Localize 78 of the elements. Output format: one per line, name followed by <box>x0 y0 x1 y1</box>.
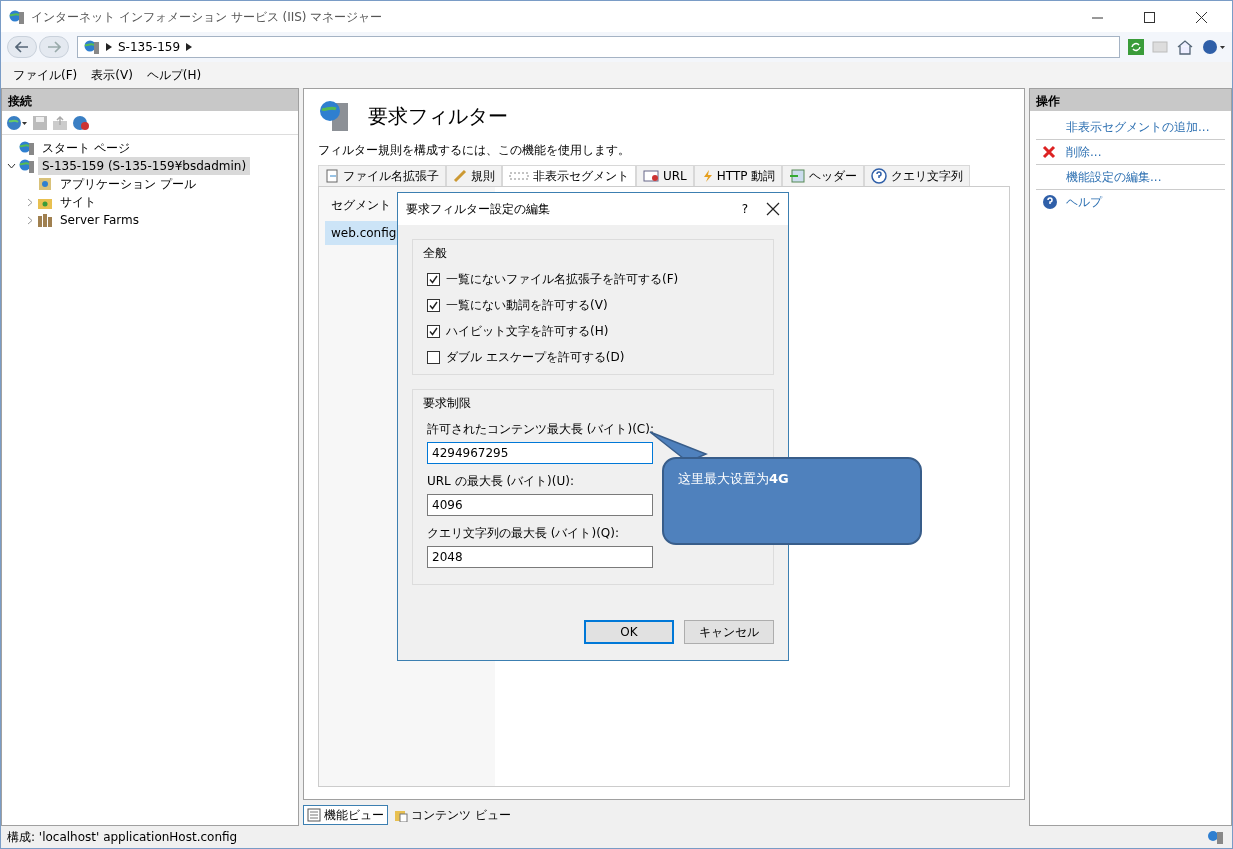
menu-item[interactable]: ヘルプ(H) <box>142 64 206 86</box>
view-tab[interactable]: 機能ビュー <box>303 805 388 825</box>
tab-icon <box>325 169 339 183</box>
dialog-title: 要求フィルター設定の編集 <box>406 201 551 218</box>
tree-item[interactable]: サイト <box>56 193 100 211</box>
field-label: URL の最大長 (バイト)(U): <box>427 473 574 490</box>
checkbox[interactable] <box>427 350 440 364</box>
breadcrumb-item[interactable]: S-135-159 <box>118 38 181 56</box>
action-link[interactable]: 非表示セグメントの追加... <box>1066 118 1210 136</box>
group-label: 全般 <box>423 245 448 262</box>
feature-tab[interactable]: URL <box>636 165 694 186</box>
close-icon[interactable] <box>766 202 780 216</box>
action-link[interactable]: 削除... <box>1066 143 1102 161</box>
input-field[interactable]: 2048 <box>427 546 653 568</box>
tab-icon <box>871 168 888 184</box>
refresh-icon[interactable] <box>1128 39 1144 55</box>
panel-header: 接続 <box>2 89 298 111</box>
checkbox-label: ハイビット文字を許可する(H) <box>446 323 609 340</box>
column-header: セグメント <box>330 197 392 214</box>
view-icon <box>307 808 321 822</box>
checkbox[interactable] <box>427 298 440 312</box>
tab-icon <box>789 169 806 183</box>
back-arrow-icon <box>15 41 29 53</box>
feature-tab[interactable]: HTTP 動詞 <box>693 165 783 186</box>
action-link[interactable]: 機能設定の編集... <box>1066 168 1162 186</box>
menu-item[interactable]: 表示(V) <box>87 64 137 86</box>
delete-icon <box>1042 145 1056 159</box>
tab-icon <box>509 171 529 181</box>
checkbox-label: ダブル エスケープを許可する(D) <box>446 349 625 366</box>
help-button[interactable]: ? <box>733 200 756 218</box>
feature-title: 要求フィルター <box>368 103 508 130</box>
dialog-button[interactable]: OK <box>584 620 674 644</box>
feature-tab[interactable]: ヘッダー <box>782 165 865 186</box>
home-icon[interactable] <box>1176 39 1194 55</box>
input-field[interactable]: 4294967295 <box>427 442 653 464</box>
tree-node-icon <box>19 158 35 174</box>
menu-item[interactable]: ファイル(F) <box>9 64 82 86</box>
tree-item[interactable]: Server Farms <box>56 211 143 229</box>
field-label: クエリ文字列の最大長 (バイト)(Q): <box>427 525 620 542</box>
tree-node-icon <box>19 140 35 156</box>
forward-arrow-icon <box>47 41 61 53</box>
status-text: 構成: 'localhost' applicationHost.config <box>7 829 238 846</box>
panel-header: 操作 <box>1030 89 1231 111</box>
field-label: 許可されたコンテンツ最大長 (バイト)(C): <box>427 421 654 438</box>
tree-node-icon <box>37 212 53 228</box>
checkbox-label: 一覧にないファイル名拡張子を許可する(F) <box>446 271 679 288</box>
server-icon <box>1208 830 1226 844</box>
disconnect-icon[interactable] <box>72 114 90 131</box>
back-button[interactable] <box>7 36 37 58</box>
feature-tab[interactable]: 規則 <box>446 165 502 186</box>
feature-description: フィルター規則を構成するには、この機能を使用します。 <box>318 142 631 159</box>
input-field[interactable]: 4096 <box>427 494 653 516</box>
breadcrumb-arrow-icon[interactable] <box>186 43 193 51</box>
tree-node-icon <box>37 176 53 192</box>
feature-tab[interactable]: クエリ文字列 <box>864 165 971 186</box>
checkbox[interactable] <box>427 272 440 286</box>
checkbox[interactable] <box>427 324 440 338</box>
tree-item[interactable]: アプリケーション プール <box>56 175 200 193</box>
tree-item[interactable]: スタート ページ <box>38 139 134 157</box>
server-icon <box>84 39 100 55</box>
view-icon <box>394 808 408 822</box>
tree-item[interactable]: S-135-159 (S-135-159¥bsdadmin) <box>38 157 251 175</box>
dialog-button[interactable]: キャンセル <box>684 620 774 644</box>
group-label: 要求制限 <box>423 395 472 412</box>
tab-icon <box>453 169 467 183</box>
checkbox-label: 一覧にない動詞を許可する(V) <box>446 297 608 314</box>
feature-tab[interactable]: 非表示セグメント <box>502 165 636 186</box>
maximize-icon[interactable] <box>1143 11 1155 23</box>
view-tab[interactable]: コンテンツ ビュー <box>390 805 515 825</box>
breadcrumb-arrow-icon[interactable] <box>106 43 112 51</box>
feature-tab[interactable]: ファイル名拡張子 <box>318 165 446 186</box>
app-icon <box>9 9 25 25</box>
tab-icon <box>643 170 659 182</box>
address-bar[interactable]: S-135-159 <box>77 36 1120 58</box>
action-link[interactable]: ヘルプ <box>1066 193 1102 211</box>
close-icon[interactable] <box>1195 11 1207 23</box>
globe-icon[interactable] <box>6 114 28 131</box>
window-title: インターネット インフォメーション サービス (IIS) マネージャー <box>31 8 384 26</box>
